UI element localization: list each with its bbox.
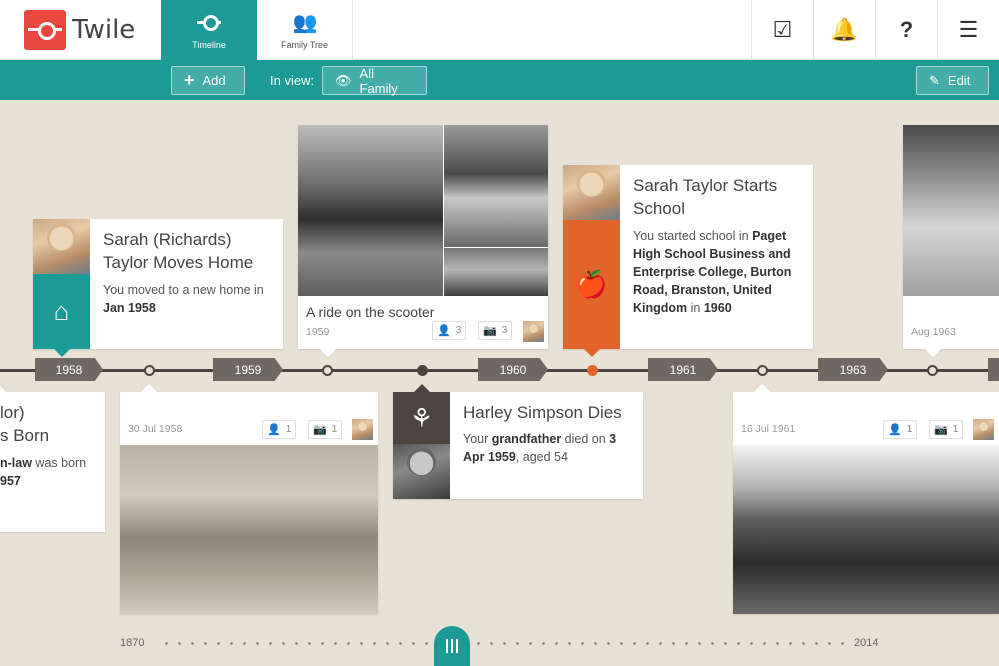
photo-count: 1 (952, 424, 959, 435)
photo[interactable] (444, 248, 548, 296)
menu-icon[interactable]: ☰ (937, 0, 999, 60)
person-icon: 👤 (437, 325, 451, 337)
twile-logo-icon (24, 10, 66, 50)
view-filter-button[interactable]: 👁 All Family (322, 65, 427, 96)
photo[interactable] (733, 445, 999, 614)
photo-count-badge[interactable]: 📷 1 (308, 420, 343, 439)
people-count-badge[interactable]: 👤 1 (262, 420, 297, 439)
timeline-event-dot[interactable] (144, 365, 155, 376)
event-title: Harley Simpson Dies (463, 403, 622, 422)
photo[interactable] (903, 125, 999, 296)
event-title: Sarah Taylor Starts School (633, 176, 778, 218)
event-card-starts-school[interactable]: 🍎 Sarah Taylor Starts School You started… (563, 165, 813, 357)
photo-date: 30 Jul 1958 (128, 423, 183, 435)
timeline-event-dot[interactable] (322, 365, 333, 376)
year-marker-1959[interactable]: 1959 (213, 358, 283, 381)
photo[interactable] (120, 445, 378, 614)
add-button[interactable]: + Add (171, 66, 245, 95)
scrubber-start-year: 1870 (120, 637, 145, 649)
scrubber-end-year: 2014 (854, 637, 879, 649)
year-marker-next[interactable] (988, 358, 999, 381)
avatar (563, 165, 620, 220)
photo-card-sea[interactable]: Aug 1963 (903, 125, 999, 357)
photo-caption: A ride on the scooter (306, 304, 435, 320)
apple-books-icon: 🍎 (563, 220, 620, 349)
photo[interactable] (444, 125, 548, 247)
scrubber-handle[interactable] (434, 626, 470, 666)
tab-family-tree-label: Family Tree (280, 40, 328, 50)
pencil-icon: ✎ (929, 72, 940, 88)
logo-text: Twile (72, 15, 136, 45)
camera-icon: 📷 (483, 325, 497, 337)
event-description: You started school in Paget High School … (633, 229, 792, 315)
event-card-harley-dies[interactable]: ⚘ Harley Simpson Dies Your grandfather d… (393, 384, 643, 499)
plus-icon: + (184, 70, 195, 90)
timeline-toolbar: + Add In view: 👁 All Family ✎ Edit (0, 60, 999, 100)
edit-button[interactable]: ✎ Edit (916, 66, 989, 95)
event-card-moves-home[interactable]: ⌂ Sarah (Richards) Taylor Moves Home You… (33, 219, 283, 357)
photo-count-badge[interactable]: 📷 1 (929, 420, 964, 439)
person-icon: 👤 (267, 424, 281, 436)
timeline-event-dot-selected[interactable] (587, 365, 598, 376)
camera-icon: 📷 (313, 424, 327, 436)
rose-icon: ⚘ (393, 392, 450, 444)
tab-family-tree[interactable]: 👥 Family Tree (257, 0, 353, 60)
people-count-badge[interactable]: 👤 1 (883, 420, 918, 439)
in-view-label: In view: (270, 73, 315, 88)
year-marker-1963[interactable]: 1963 (818, 358, 888, 381)
photo-count-badge[interactable]: 📷 3 (478, 321, 513, 340)
tab-timeline-label: Timeline (192, 40, 226, 50)
event-description: n-law was born 957 (0, 456, 87, 488)
people-count: 3 (455, 325, 462, 336)
timeline-event-dot[interactable] (927, 365, 938, 376)
avatar (33, 219, 90, 274)
event-title: Sarah (Richards) Taylor Moves Home (103, 230, 254, 272)
help-icon[interactable]: ? (875, 0, 937, 60)
people-count-badge[interactable]: 👤 3 (432, 321, 467, 340)
avatar (523, 321, 544, 342)
camera-icon: 📷 (934, 424, 948, 436)
photo-date: 1959 (306, 326, 330, 338)
photo-count: 1 (331, 424, 338, 435)
checkbox-icon[interactable]: ☑ (751, 0, 813, 60)
timeline-event-dot[interactable] (757, 365, 768, 376)
event-title: lor) s Born (0, 403, 50, 445)
event-card-born[interactable]: lor) s Born n-law was born 957 (0, 384, 105, 532)
event-description: You moved to a new home in Jan 1958 (103, 283, 264, 315)
photo-date: 16 Jul 1961 (741, 423, 796, 435)
photo-card-scooter[interactable]: A ride on the scooter 1959 👤 3 📷 3 (298, 125, 548, 357)
photo-count: 3 (501, 325, 508, 336)
tab-timeline[interactable]: Timeline (161, 0, 257, 60)
people-count: 1 (285, 424, 292, 435)
bell-icon[interactable]: 🔔 (813, 0, 875, 60)
home-icon: ⌂ (33, 274, 90, 349)
photo-card-beach[interactable]: 30 Jul 1958 👤 1 📷 1 (120, 384, 378, 614)
edit-button-label: Edit (947, 73, 971, 88)
person-icon: 👤 (888, 424, 902, 436)
view-filter-value: All Family (359, 65, 398, 96)
add-button-label: Add (202, 73, 226, 88)
timeline-event-dot[interactable] (417, 365, 428, 376)
top-navigation-bar: Twile Timeline 👥 Family Tree ☑ 🔔 ? ☰ (0, 0, 999, 60)
year-marker-1961[interactable]: 1961 (648, 358, 718, 381)
photo-card-grass[interactable]: 16 Jul 1961 👤 1 📷 1 (733, 384, 999, 614)
year-marker-1958[interactable]: 1958 (35, 358, 103, 381)
header-icon-group: ☑ 🔔 ? ☰ (751, 0, 999, 60)
photo[interactable] (298, 125, 443, 296)
family-tree-icon: 👥 (292, 12, 318, 34)
timeline-icon (197, 12, 221, 34)
twile-logo[interactable]: Twile (24, 10, 135, 50)
scrubber-track[interactable] (160, 642, 845, 645)
event-description: Your grandfather died on 3 Apr 1959, age… (463, 432, 617, 464)
eye-icon: 👁 (335, 72, 352, 88)
people-count: 1 (906, 424, 913, 435)
avatar (973, 419, 994, 440)
year-marker-1960[interactable]: 1960 (478, 358, 548, 381)
avatar (352, 419, 373, 440)
photo-date: Aug 1963 (911, 326, 956, 338)
avatar (393, 444, 450, 499)
